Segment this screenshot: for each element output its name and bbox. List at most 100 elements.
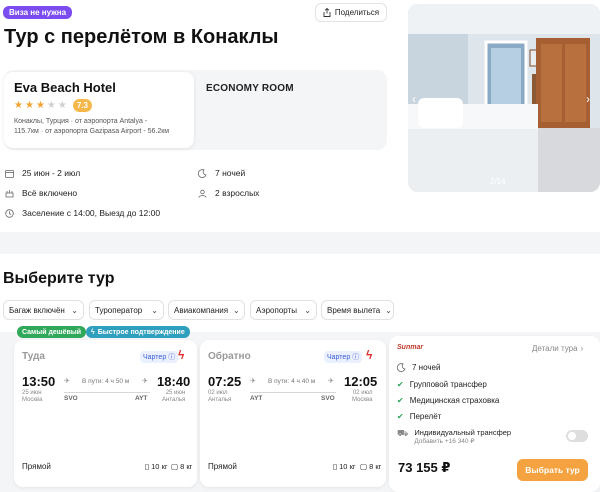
arrival-time: 12:05 <box>344 374 378 389</box>
trip-dates: 25 июн - 2 июл <box>5 168 80 178</box>
hotel-room-image <box>408 4 600 192</box>
chevron-right-icon[interactable]: › <box>586 92 590 106</box>
chevron-down-icon: ⌄ <box>151 305 158 315</box>
baggage-info: ▯ 10 кг <box>145 462 168 471</box>
calendar-icon <box>5 169 14 178</box>
filter-label: Авиакомпания <box>174 305 229 315</box>
cheapest-badge: Самый дешёвый <box>17 326 87 338</box>
chevron-down-icon: ⌄ <box>304 305 311 315</box>
hotel-location: Конаклы, Турция · от аэропорта Antalya -… <box>14 117 184 137</box>
chevron-left-icon[interactable]: ‹ <box>412 92 416 106</box>
luggage-icon: ▯ <box>333 462 338 471</box>
filter-label: Багаж включён <box>9 305 65 315</box>
filter-departure-time[interactable]: Время вылета ⌄ <box>321 300 394 320</box>
info-icon: ⓘ <box>168 354 176 361</box>
include-item: ✔ Медицинская страховка <box>397 396 499 405</box>
arrival-date: 25 июн <box>165 390 186 396</box>
choose-tour-button[interactable]: Выбрать тур <box>517 459 588 481</box>
filter-baggage[interactable]: Багаж включён ⌄ <box>3 300 84 320</box>
departure-airport-code: SVO <box>64 395 78 402</box>
meal-icon <box>5 189 14 197</box>
star-icon: ★ <box>14 99 23 111</box>
rating-badge: 7.3 <box>72 99 92 112</box>
handluggage-info: ▢ 8 кг <box>360 462 381 471</box>
airline-logo-icon: ϟ <box>178 348 185 362</box>
trip-nights-label: 7 ночей <box>215 168 246 178</box>
departure-time: 13:50 <box>22 374 56 389</box>
chevron-down-icon: ⌄ <box>385 305 392 315</box>
share-icon <box>323 8 331 17</box>
hotel-photo[interactable] <box>408 4 600 192</box>
trip-checkin: Заселение с 14:00, Выезд до 12:00 <box>5 208 160 218</box>
trip-nights: 7 ночей <box>198 168 245 178</box>
arrival-info: 25 июн Анталья <box>162 390 185 404</box>
charter-chip: Чартер ⓘ <box>324 351 363 363</box>
car-icon: ⛟ <box>397 428 409 438</box>
trip-guests: 2 взрослых <box>198 188 259 198</box>
individual-transfer-label: Индивидуальный трансфер <box>414 428 512 437</box>
departure-info: 02 июл Анталья <box>208 390 231 404</box>
operator-logo: Sunmar <box>397 344 424 351</box>
filter-airline[interactable]: Авиакомпания ⌄ <box>168 300 245 320</box>
tour-details-label: Детали тура <box>532 344 578 353</box>
filter-operator[interactable]: Туроператор ⌄ <box>89 300 164 320</box>
trip-meal-label: Всё включено <box>22 188 78 198</box>
moon-icon <box>198 168 207 178</box>
moon-icon <box>397 363 406 372</box>
fast-confirm-label: Быстрое подтверждение <box>97 328 185 336</box>
handluggage-weight: 8 кг <box>180 462 193 471</box>
visa-badge: Виза не нужна <box>3 6 73 19</box>
include-item: ✔ Групповой трансфер <box>397 380 487 389</box>
hotel-card[interactable]: Eva Beach Hotel ★ ★ ★ ★ ★ 7.3 Конаклы, Т… <box>4 72 194 148</box>
arrival-date: 02 июл <box>352 390 373 396</box>
plane-takeoff-icon: ✈ <box>250 378 256 385</box>
flight-duration: В пути: 4 ч 40 м <box>268 378 316 385</box>
tour-price: 73 155 ₽ <box>398 460 451 475</box>
trip-checkin-label: Заселение с 14:00, Выезд до 12:00 <box>22 208 161 218</box>
chevron-down-icon: ⌄ <box>233 305 240 315</box>
flight-card-inbound[interactable]: Обратно Чартер ⓘ ϟ 07:25 12:05 В пути: 4… <box>200 340 386 487</box>
arrival-airport-code: SVO <box>321 395 335 402</box>
flight-type: Прямой <box>208 462 237 471</box>
plane-landing-icon: ✈ <box>328 378 334 385</box>
include-label: Перелёт <box>409 412 442 421</box>
hotel-name: Eva Beach Hotel <box>14 80 116 95</box>
tour-nights-label: 7 ночей <box>412 363 441 372</box>
trip-guests-label: 2 взрослых <box>215 188 260 198</box>
flight-type: Прямой <box>22 462 51 471</box>
filter-label: Аэропорты <box>256 305 297 315</box>
star-icon: ★ <box>24 99 34 111</box>
plane-landing-icon: ✈ <box>142 378 148 385</box>
bag-icon: ▢ <box>360 462 368 471</box>
baggage-weight: 10 кг <box>151 462 168 471</box>
departure-time: 07:25 <box>208 374 242 389</box>
star-icon: ★ <box>35 99 45 111</box>
star-icon: ★ <box>46 99 56 111</box>
luggage-icon: ▯ <box>145 462 150 471</box>
handluggage-weight: 8 кг <box>369 462 382 471</box>
tour-details-link[interactable]: Детали тура › <box>532 344 583 353</box>
individual-transfer-toggle[interactable] <box>566 430 588 442</box>
hotel-stars: ★ ★ ★ ★ ★ 7.3 <box>14 99 184 112</box>
flight-route-line <box>250 392 336 393</box>
lightning-icon: ϟ <box>91 328 95 336</box>
check-icon: ✔ <box>397 412 404 421</box>
bag-icon: ▢ <box>171 462 179 471</box>
baggage-info: ▯ 10 кг <box>333 462 356 471</box>
filter-label: Время вылета <box>327 305 381 315</box>
check-icon: ✔ <box>397 380 404 389</box>
flight-duration: В пути: 4 ч 50 м <box>82 378 130 385</box>
tour-nights: 7 ночей <box>397 363 440 372</box>
chevron-down-icon: ⌄ <box>71 305 78 315</box>
filter-label: Туроператор <box>95 305 143 315</box>
section-divider <box>0 232 600 254</box>
include-label: Медицинская страховка <box>409 396 500 405</box>
flight-card-outbound[interactable]: Туда Чартер ⓘ ϟ 13:50 18:40 В пути: 4 ч … <box>14 340 197 487</box>
charter-label: Чартер <box>143 353 167 361</box>
departure-city: Анталья <box>208 397 232 403</box>
plane-takeoff-icon: ✈ <box>64 378 70 385</box>
info-icon: ⓘ <box>352 354 360 361</box>
hotel-location-line: Конаклы, Турция · от аэропорта Antalya - <box>14 118 148 125</box>
share-button[interactable]: Поделиться <box>315 3 387 22</box>
filter-airports[interactable]: Аэропорты ⌄ <box>250 300 317 320</box>
